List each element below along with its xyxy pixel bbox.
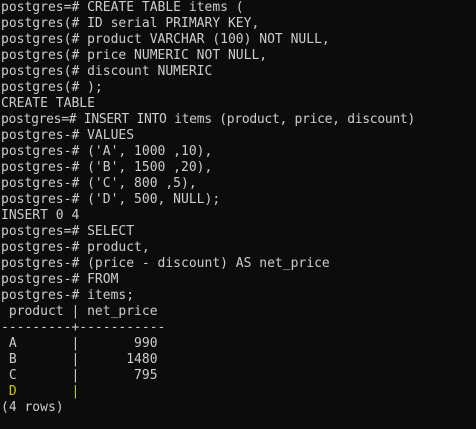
terminal-line: CREATE TABLE (1, 96, 95, 111)
terminal-line: postgres-# (price - discount) AS net_pri… (1, 256, 330, 271)
terminal-line: postgres-# ('B', 1500 ,20), (1, 160, 213, 175)
result-row-count: (4 rows) (1, 400, 64, 415)
result-row-null: D | (1, 384, 80, 399)
terminal-line: postgres=# SELECT (1, 224, 135, 239)
result-separator: ---------+----------- (1, 320, 166, 335)
terminal-line: postgres-# ('C', 800 ,5), (1, 176, 197, 191)
terminal-line: postgres-# VALUES (1, 128, 135, 143)
terminal-line: postgres(# discount NUMERIC (1, 64, 213, 79)
terminal-line: postgres-# product, (1, 240, 150, 255)
terminal-window[interactable]: postgres=# CREATE TABLE items ( postgres… (0, 0, 476, 429)
terminal-line: postgres=# INSERT INTO items (product, p… (1, 112, 415, 127)
terminal-line: postgres(# ); (1, 80, 103, 95)
terminal-line: postgres(# price NUMERIC NOT NULL, (1, 48, 268, 63)
result-row: B | 1480 (1, 352, 158, 367)
result-row: C | 795 (1, 368, 158, 383)
terminal-line: postgres=# CREATE TABLE items ( (1, 0, 244, 15)
terminal-line: postgres(# ID serial PRIMARY KEY, (1, 16, 260, 31)
terminal-line: postgres-# ('A', 1000 ,10), (1, 144, 213, 159)
result-row: A | 990 (1, 336, 158, 351)
terminal-line: postgres-# items; (1, 288, 135, 303)
terminal-line: postgres(# product VARCHAR (100) NOT NUL… (1, 32, 330, 47)
result-header-row: product | net_price (1, 304, 158, 319)
terminal-line: postgres-# ('D', 500, NULL); (1, 192, 221, 207)
terminal-output: postgres=# CREATE TABLE items ( postgres… (1, 0, 415, 416)
terminal-line: postgres-# FROM (1, 272, 119, 287)
terminal-line: INSERT 0 4 (1, 208, 80, 223)
